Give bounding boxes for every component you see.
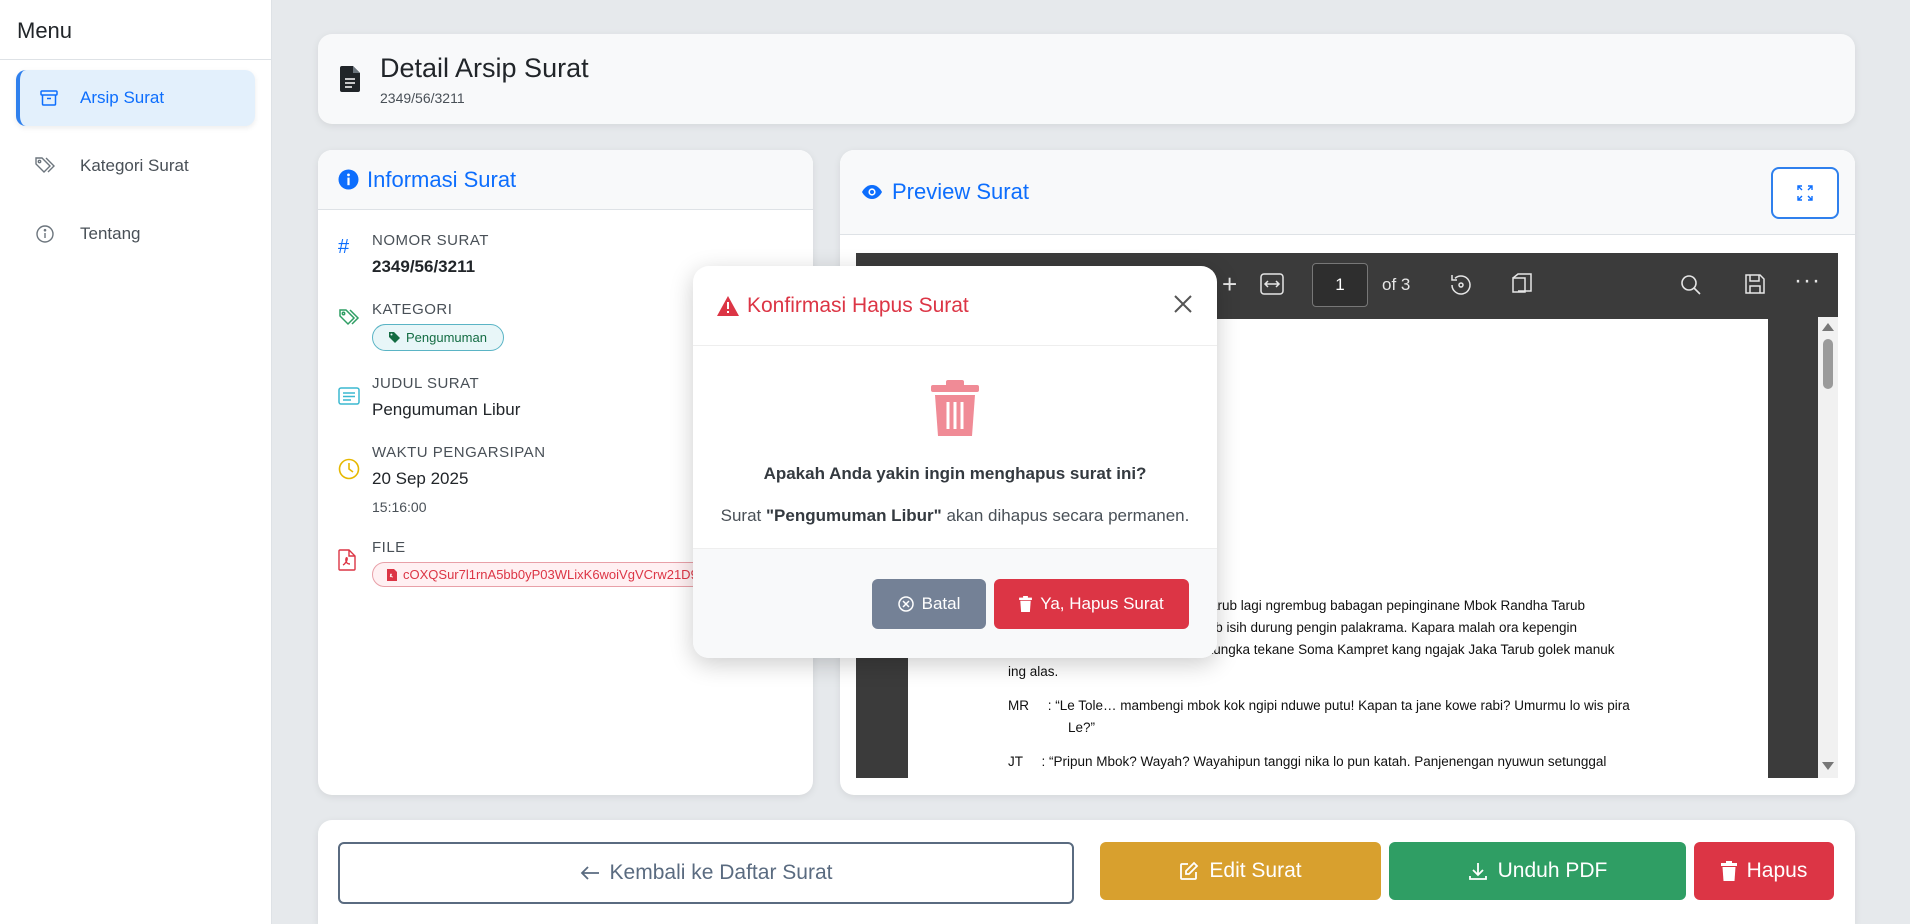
- confirm-delete-button[interactable]: Ya, Hapus Surat: [994, 579, 1189, 629]
- trash-icon: [1720, 861, 1737, 881]
- back-button[interactable]: Kembali ke Daftar Surat: [338, 842, 1074, 904]
- download-pdf-label: Unduh PDF: [1497, 859, 1608, 882]
- preview-card-title: Preview Surat: [892, 179, 1029, 204]
- modal-message-name: "Pengumuman Libur": [766, 506, 942, 525]
- preview-card-header: Preview Surat: [840, 150, 1855, 235]
- category-badge-label: Pengumuman: [406, 330, 487, 345]
- field-value: 2349/56/3211: [372, 257, 476, 276]
- page-title: Detail Arsip Surat: [380, 52, 589, 83]
- edit-button[interactable]: Edit Surat: [1100, 842, 1381, 900]
- page-view-icon[interactable]: [1510, 273, 1534, 295]
- field-value-date: 20 Sep 2025: [372, 469, 469, 488]
- modal-body: Apakah Anda yakin ingin menghapus surat …: [693, 380, 1217, 526]
- pdf-line: ing alas.: [1008, 664, 1059, 679]
- pdf-line: JT : “Pripun Mbok? Wayah? Wayahipun tang…: [1008, 754, 1607, 769]
- page-number-input[interactable]: 1: [1312, 263, 1368, 307]
- page-header: Detail Arsip Surat 2349/56/3211: [318, 34, 1855, 124]
- modal-title: Konfirmasi Hapus Surat: [747, 293, 969, 317]
- page-total: of 3: [1382, 275, 1411, 294]
- rotate-icon[interactable]: [1448, 272, 1474, 298]
- tag-icon: [389, 332, 400, 343]
- sidebar-nav: Arsip Surat Kategori Surat Tentang: [0, 60, 271, 284]
- sidebar: Menu Arsip Surat Kategori Surat Tentang: [0, 0, 272, 924]
- tags-icon: [338, 301, 372, 351]
- trash-large-icon: [693, 380, 1217, 436]
- delete-button-label: Hapus: [1746, 859, 1808, 882]
- back-button-label: Kembali ke Daftar Surat: [609, 861, 833, 884]
- delete-confirm-modal: Konfirmasi Hapus Surat Apakah Anda yakin…: [693, 266, 1217, 658]
- pdf-line: Le?”: [1068, 720, 1096, 735]
- save-icon[interactable]: [1744, 273, 1766, 295]
- modal-message-suffix: akan dihapus secara permanen.: [941, 506, 1190, 525]
- sidebar-item-label: Arsip Surat: [80, 88, 165, 107]
- hash-icon: #: [338, 236, 350, 258]
- archive-icon: [38, 87, 60, 109]
- action-bar: Kembali ke Daftar Surat Edit Surat Unduh…: [318, 820, 1855, 924]
- pdf-scrollbar[interactable]: [1818, 317, 1838, 778]
- modal-message: Surat "Pengumuman Libur" akan dihapus se…: [693, 506, 1217, 526]
- modal-message-prefix: Surat: [720, 506, 766, 525]
- field-label: JUDUL SURAT: [372, 375, 480, 392]
- search-icon[interactable]: [1680, 274, 1702, 296]
- category-badge: Pengumuman: [372, 324, 504, 351]
- scroll-thumb[interactable]: [1823, 339, 1833, 389]
- fit-width-icon[interactable]: [1260, 273, 1284, 295]
- clock-icon: [338, 444, 372, 515]
- tags-icon: [34, 155, 56, 177]
- field-label: NOMOR SURAT: [372, 232, 489, 249]
- file-link[interactable]: cOXQSur7l1rnA5bb0yP03WLixK6woiVgVCrw21D9…: [372, 562, 735, 587]
- fullscreen-button[interactable]: [1771, 167, 1839, 219]
- file-pdf-small-icon: [387, 568, 397, 581]
- delete-button[interactable]: Hapus: [1694, 842, 1834, 900]
- edit-button-label: Edit Surat: [1209, 859, 1302, 882]
- download-icon: [1468, 861, 1488, 881]
- field-value-time: 15:16:00: [372, 499, 427, 515]
- text-lines-icon: [338, 375, 372, 420]
- file-text-icon: [340, 66, 360, 92]
- field-value: Pengumuman Libur: [372, 400, 521, 419]
- sidebar-item-kategori-surat[interactable]: Kategori Surat: [16, 138, 255, 194]
- cancel-button[interactable]: Batal: [872, 579, 986, 629]
- more-icon[interactable]: ···: [1794, 267, 1821, 295]
- warning-triangle-icon: [717, 295, 739, 316]
- info-circle-icon: [34, 223, 56, 245]
- page-subtitle: 2349/56/3211: [380, 89, 465, 106]
- file-link-label: cOXQSur7l1rnA5bb0yP03WLixK6woiVgVCrw21D9…: [403, 567, 720, 582]
- cancel-button-label: Batal: [921, 594, 961, 613]
- fullscreen-icon: [1797, 185, 1813, 201]
- field-label: WAKTU PENGARSIPAN: [372, 444, 546, 461]
- download-pdf-button[interactable]: Unduh PDF: [1389, 842, 1686, 900]
- sidebar-item-label: Kategori Surat: [80, 156, 189, 175]
- sidebar-title: Menu: [0, 0, 271, 60]
- sidebar-item-arsip-surat[interactable]: Arsip Surat: [16, 70, 255, 126]
- modal-footer: Batal Ya, Hapus Surat: [693, 548, 1217, 658]
- modal-question: Apakah Anda yakin ingin menghapus surat …: [763, 464, 1147, 483]
- scroll-up-arrow[interactable]: [1822, 323, 1834, 331]
- sidebar-item-tentang[interactable]: Tentang: [16, 206, 255, 262]
- zoom-in-icon[interactable]: +: [1222, 271, 1237, 297]
- arrow-left-icon: [580, 865, 600, 881]
- scroll-down-arrow[interactable]: [1822, 762, 1834, 770]
- info-card-header: Informasi Surat: [318, 150, 813, 210]
- field-label: KATEGORI: [372, 301, 453, 318]
- pdf-line: MR : “Le Tole… mambengi mbok kok ngipi n…: [1008, 698, 1630, 713]
- close-icon[interactable]: [1173, 294, 1193, 314]
- file-pdf-icon: [338, 539, 372, 587]
- modal-header: Konfirmasi Hapus Surat: [693, 266, 1217, 346]
- info-card-title: Informasi Surat: [367, 166, 517, 192]
- trash-icon: [1019, 596, 1033, 612]
- sidebar-item-label: Tentang: [80, 224, 141, 243]
- eye-icon: [862, 185, 882, 199]
- x-circle-icon: [897, 596, 914, 612]
- info-filled-icon: [338, 169, 359, 190]
- edit-icon: [1179, 861, 1199, 881]
- confirm-delete-label: Ya, Hapus Surat: [1040, 594, 1164, 613]
